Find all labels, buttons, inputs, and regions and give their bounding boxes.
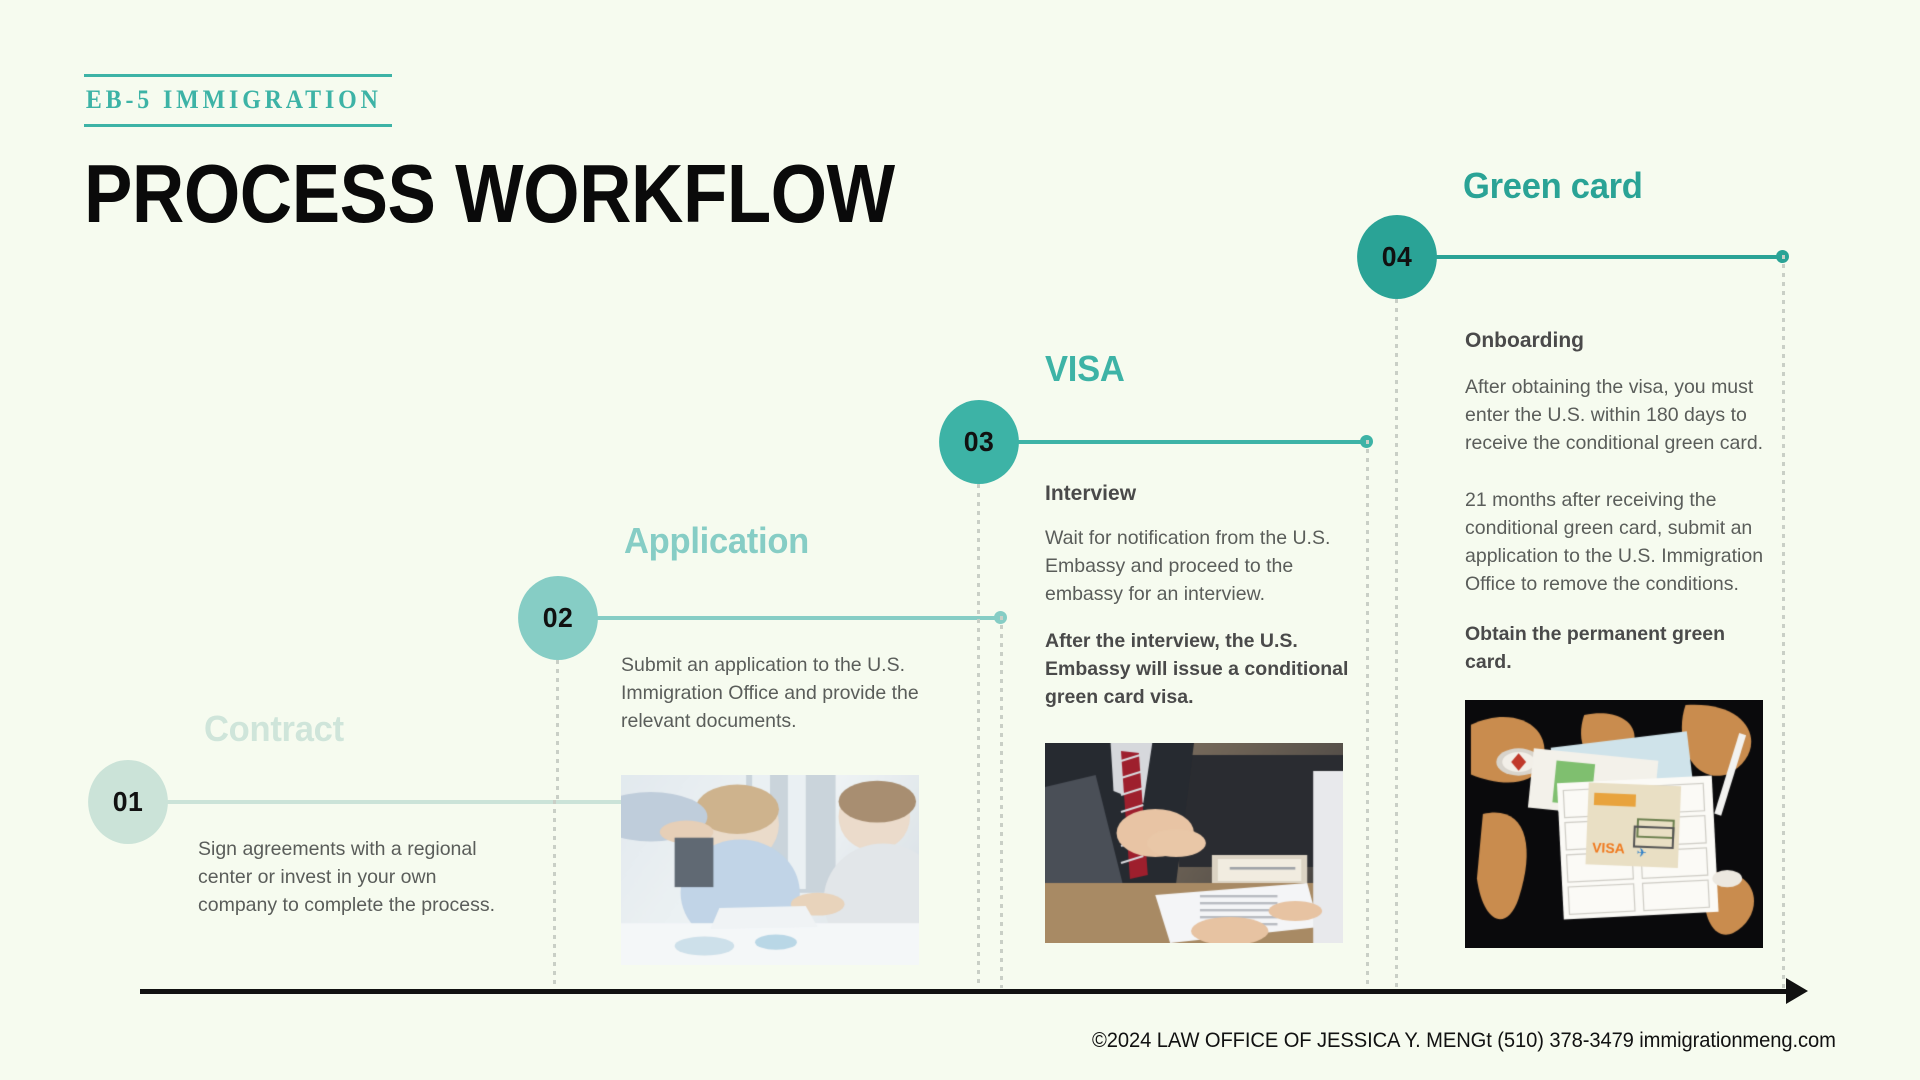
- page-title: PROCESS WORKFLOW: [84, 146, 895, 240]
- step-subhead-03: Interview: [1045, 482, 1137, 505]
- step-body-02: Submit an application to the U.S. Immigr…: [621, 654, 919, 732]
- dropper-line-02: [1000, 616, 1003, 988]
- step-connector-01: [164, 800, 654, 804]
- step-body-bold-03: After the interview, the U.S. Embassy wi…: [1045, 630, 1349, 708]
- footer-copyright: ©2024 LAW OFFICE OF JESSICA Y. MENGt (51…: [1092, 1029, 1836, 1052]
- header: EB-5 IMMIGRATION PROCESS WORKFLOW: [84, 68, 956, 235]
- travel-visa-documents-photo: [1465, 700, 1763, 948]
- handshake-interview-photo: [1045, 743, 1343, 943]
- dropper-line-03: [1366, 440, 1369, 988]
- step-number-badge-03[interactable]: 03: [939, 400, 1019, 484]
- eyebrow-label: EB-5 IMMIGRATION: [85, 85, 382, 114]
- step-title-02: Application: [624, 520, 809, 561]
- eyebrow-block: EB-5 IMMIGRATION: [84, 68, 410, 132]
- step-title-03: VISA: [1045, 348, 1125, 389]
- step-body-04: After obtaining the visa, you must enter…: [1465, 376, 1764, 454]
- dropper-line-circle-04: [1395, 299, 1398, 988]
- dropper-line-circle-03: [977, 484, 980, 988]
- business-meeting-photo: [621, 775, 919, 965]
- step-connector-02: [594, 616, 1001, 620]
- timeline-axis-arrow-icon: [1786, 978, 1808, 1004]
- step-number-badge-01[interactable]: 01: [88, 760, 168, 844]
- dropper-line-circle-02: [556, 660, 559, 800]
- step-title-04: Green card: [1463, 165, 1643, 206]
- step-body-03: Wait for notification from the U.S. Emba…: [1045, 527, 1331, 605]
- dropper-line-04: [1782, 255, 1785, 988]
- step-body2-04: 21 months after receiving the conditiona…: [1465, 489, 1764, 595]
- step-number-badge-04[interactable]: 04: [1357, 215, 1437, 299]
- step-body-01: Sign agreements with a regional center o…: [198, 838, 495, 916]
- step-title-01: Contract: [204, 708, 344, 749]
- step-connector-04: [1433, 255, 1783, 259]
- dropper-line-01: [553, 800, 556, 988]
- eyebrow-rule-bottom: [84, 124, 392, 127]
- step-body-bold-04: Obtain the permanent green card.: [1465, 623, 1726, 673]
- step-connector-03: [1015, 440, 1367, 444]
- step-number-badge-02[interactable]: 02: [518, 576, 598, 660]
- step-subhead-04: Onboarding: [1465, 329, 1584, 352]
- timeline-axis: [140, 989, 1790, 994]
